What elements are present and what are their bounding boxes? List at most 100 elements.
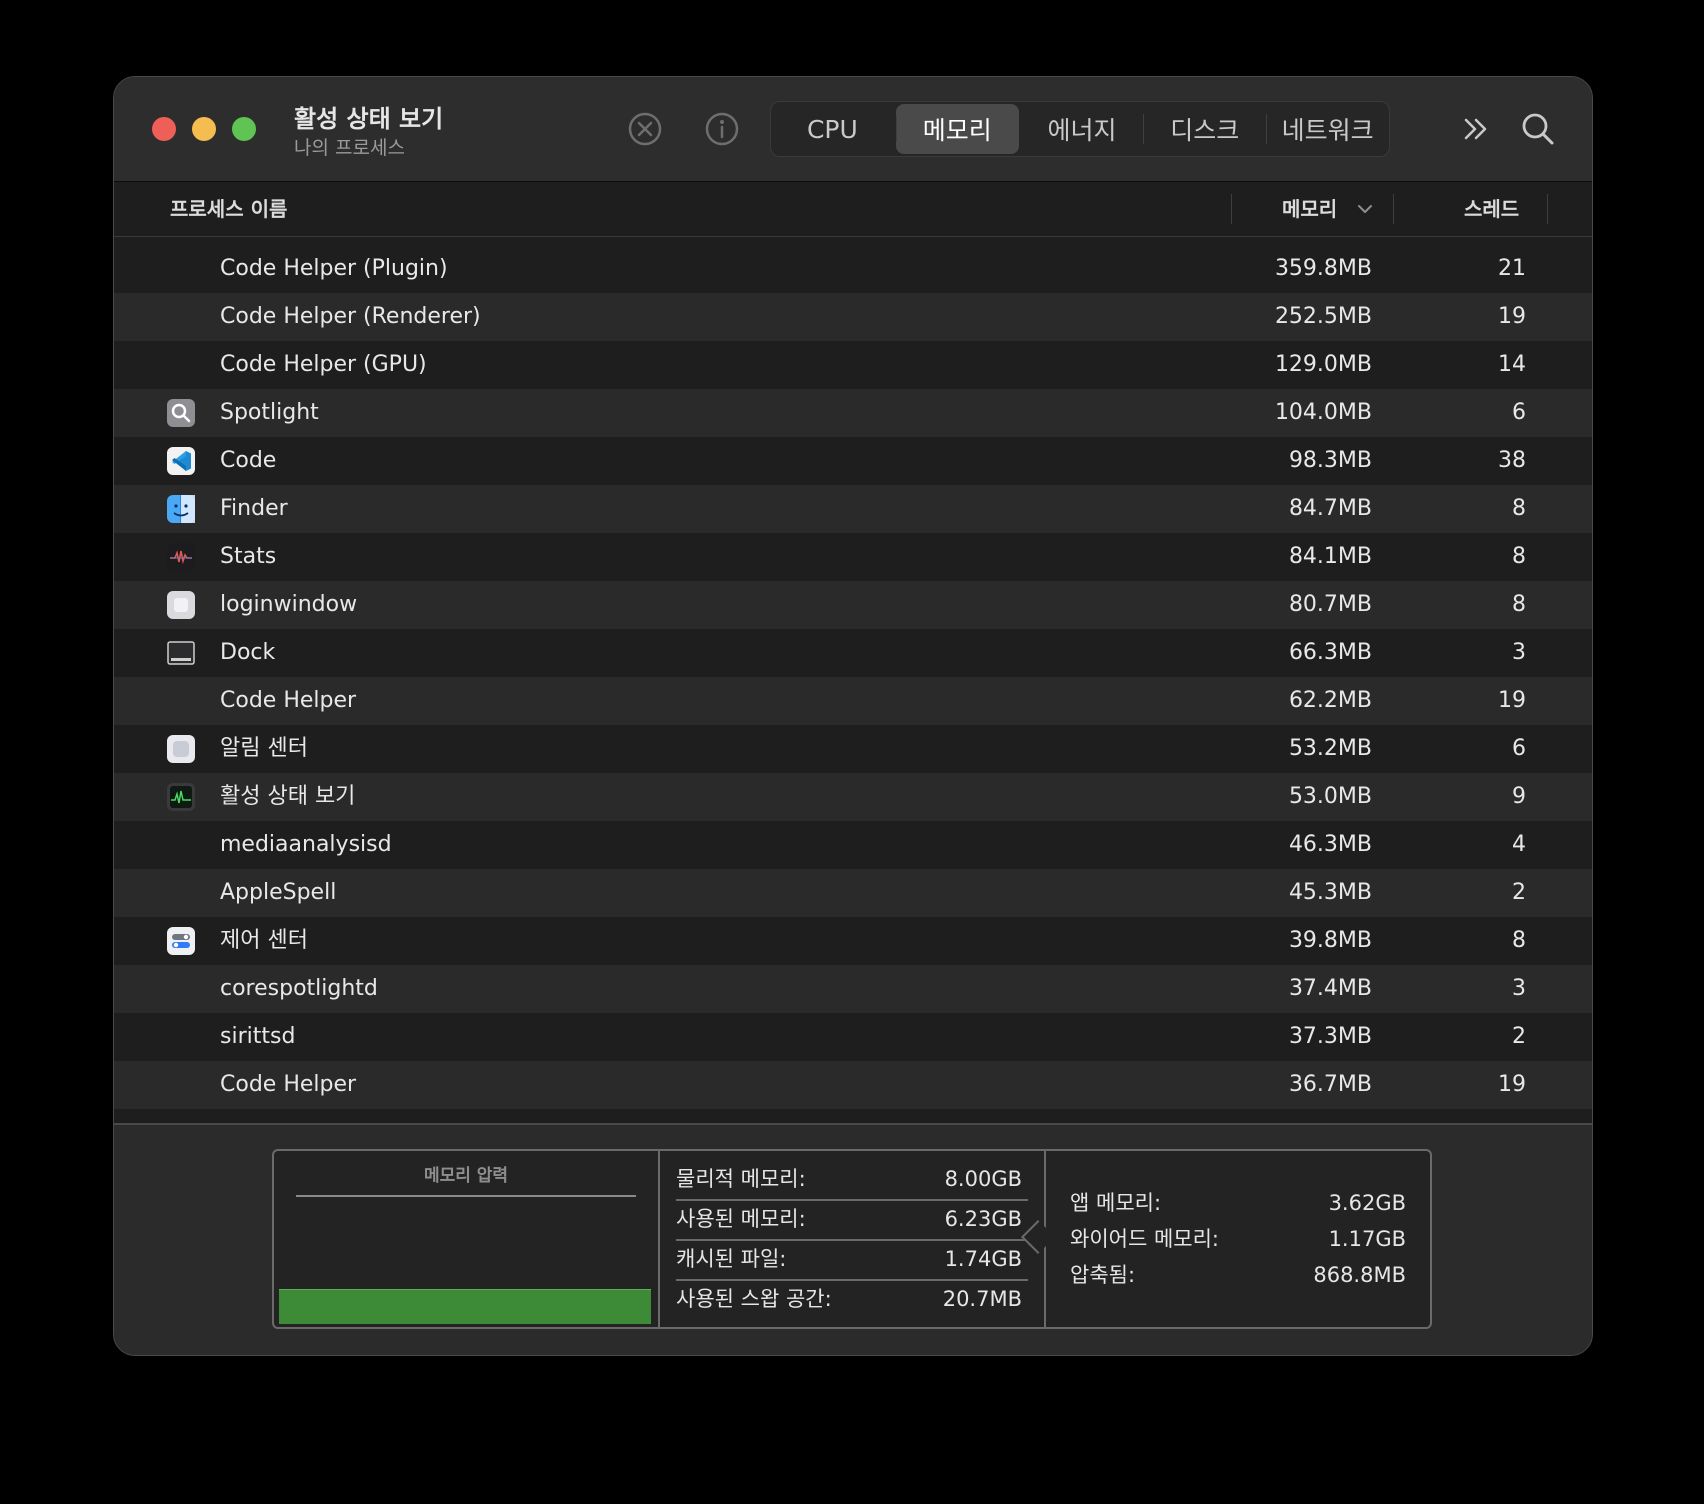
process-name: Spotlight <box>220 400 319 425</box>
memory-pressure-label: 메모리 압력 <box>423 1166 509 1186</box>
process-memory: 39.8MB <box>1288 928 1372 953</box>
process-threads: 8 <box>1512 496 1526 521</box>
process-memory: 45.3MB <box>1288 880 1372 905</box>
process-threads: 9 <box>1512 784 1526 809</box>
column-divider[interactable] <box>1393 194 1394 224</box>
tab-memory[interactable]: 메모리 <box>895 104 1019 154</box>
column-header-threads[interactable]: 스레드 <box>1464 182 1519 236</box>
activity-monitor-icon <box>167 783 195 811</box>
process-threads: 6 <box>1512 736 1526 761</box>
column-divider[interactable] <box>1231 194 1232 224</box>
window-title: 활성 상태 보기 <box>294 105 444 133</box>
wired-memory-value: 1.17GB <box>1328 1227 1406 1251</box>
compressed-label: 압축됨: <box>1070 1263 1136 1287</box>
table-row[interactable]: sirittsd 37.3MB 2 <box>114 1013 1592 1061</box>
process-memory: 46.3MB <box>1288 832 1372 857</box>
process-threads: 4 <box>1512 832 1526 857</box>
tab-network[interactable]: 네트워크 <box>1266 102 1389 156</box>
column-header-process-name[interactable]: 프로세스 이름 <box>170 182 287 236</box>
table-row[interactable]: loginwindow 80.7MB 8 <box>114 581 1592 629</box>
finder-icon <box>167 495 195 523</box>
table-row[interactable]: corespotlightd 37.4MB 3 <box>114 965 1592 1013</box>
chevron-down-icon <box>1356 200 1374 218</box>
table-row[interactable]: 알림 센터 53.2MB 6 <box>114 725 1592 773</box>
used-memory-label: 사용된 메모리: <box>676 1207 806 1231</box>
process-name: sirittsd <box>220 1024 296 1049</box>
swap-used-value: 20.7MB <box>942 1287 1022 1311</box>
app-memory-label: 앱 메모리: <box>1070 1191 1162 1215</box>
process-name: Code Helper (Plugin) <box>220 256 448 281</box>
process-threads: 38 <box>1498 448 1526 473</box>
table-row[interactable]: Code Helper (Plugin) 359.8MB 21 <box>114 245 1592 293</box>
process-memory: 80.7MB <box>1288 592 1372 617</box>
table-row[interactable]: Code 98.3MB 38 <box>114 437 1592 485</box>
process-name: 알림 센터 <box>220 736 308 761</box>
stats-icon <box>167 543 195 571</box>
memory-stats-panel: 메모리 압력 물리적 메모리: 8.00GB 사용된 메모리: 6.23GB 캐… <box>272 1149 1432 1329</box>
process-memory: 36.7MB <box>1288 1072 1372 1097</box>
used-memory-value: 6.23GB <box>944 1207 1022 1231</box>
search-icon[interactable] <box>1520 111 1556 147</box>
process-name: loginwindow <box>220 592 358 617</box>
process-memory: 53.2MB <box>1288 736 1372 761</box>
table-row[interactable]: AppleSpell 45.3MB 2 <box>114 869 1592 917</box>
cached-files-row: 캐시된 파일: 1.74GB <box>676 1239 1028 1281</box>
memory-summary-footer: 메모리 압력 물리적 메모리: 8.00GB 사용된 메모리: 6.23GB 캐… <box>114 1123 1592 1355</box>
table-row[interactable]: Spotlight 104.0MB 6 <box>114 389 1592 437</box>
table-row[interactable]: Stats 84.1MB 8 <box>114 533 1592 581</box>
zoom-window-button[interactable] <box>232 117 256 141</box>
stop-process-icon[interactable] <box>627 111 663 147</box>
table-row[interactable]: Code Helper (Renderer) 252.5MB 19 <box>114 293 1592 341</box>
table-row[interactable]: Code Helper 36.7MB 19 <box>114 1061 1592 1109</box>
tab-disk[interactable]: 디스크 <box>1143 102 1266 156</box>
info-icon[interactable] <box>704 111 740 147</box>
process-name: 활성 상태 보기 <box>220 784 356 809</box>
tab-cpu[interactable]: CPU <box>771 102 894 156</box>
table-header: 프로세스 이름 메모리 스레드 <box>114 182 1592 237</box>
table-row[interactable]: 활성 상태 보기 53.0MB 9 <box>114 773 1592 821</box>
tab-energy[interactable]: 에너지 <box>1021 102 1144 156</box>
spotlight-icon <box>167 399 195 427</box>
process-threads: 19 <box>1498 1072 1526 1097</box>
wired-memory-row: 와이어드 메모리: 1.17GB <box>1070 1221 1406 1257</box>
table-row[interactable]: Code Helper (GPU) 129.0MB 14 <box>114 341 1592 389</box>
minimize-window-button[interactable] <box>192 117 216 141</box>
process-memory: 37.3MB <box>1288 1024 1372 1049</box>
table-row[interactable]: Finder 84.7MB 8 <box>114 485 1592 533</box>
memory-pressure-graph: 메모리 압력 <box>274 1151 660 1327</box>
process-memory: 84.1MB <box>1288 544 1372 569</box>
process-threads: 3 <box>1512 640 1526 665</box>
column-divider[interactable] <box>1547 194 1548 224</box>
process-threads: 8 <box>1512 592 1526 617</box>
table-row[interactable]: mediaanalysisd 46.3MB 4 <box>114 821 1592 869</box>
process-name: Code Helper (GPU) <box>220 352 427 377</box>
process-name: Code Helper (Renderer) <box>220 304 481 329</box>
process-name: Stats <box>220 544 277 569</box>
table-row[interactable]: Dock 66.3MB 3 <box>114 629 1592 677</box>
used-memory-breakdown: 앱 메모리: 3.62GB 와이어드 메모리: 1.17GB 압축됨: 868.… <box>1046 1151 1430 1327</box>
physical-memory-value: 8.00GB <box>944 1167 1022 1191</box>
memory-pressure-bar <box>279 1289 651 1324</box>
close-window-button[interactable] <box>152 117 176 141</box>
table-row[interactable]: 제어 센터 39.8MB 8 <box>114 917 1592 965</box>
process-threads: 8 <box>1512 544 1526 569</box>
process-memory: 98.3MB <box>1288 448 1372 473</box>
physical-memory-stats: 물리적 메모리: 8.00GB 사용된 메모리: 6.23GB 캐시된 파일: … <box>660 1151 1046 1327</box>
process-memory: 62.2MB <box>1288 688 1372 713</box>
process-threads: 2 <box>1512 1024 1526 1049</box>
process-name: Finder <box>220 496 288 521</box>
process-memory: 37.4MB <box>1288 976 1372 1001</box>
process-name: mediaanalysisd <box>220 832 392 857</box>
process-name: Code Helper <box>220 1072 357 1097</box>
chevron-double-right-icon[interactable] <box>1458 111 1494 147</box>
compressed-value: 868.8MB <box>1313 1263 1406 1287</box>
process-threads: 6 <box>1512 400 1526 425</box>
table-row[interactable]: Code Helper 62.2MB 19 <box>114 677 1592 725</box>
process-threads: 21 <box>1498 256 1526 281</box>
process-memory: 252.5MB <box>1274 304 1372 329</box>
app-memory-row: 앱 메모리: 3.62GB <box>1070 1185 1406 1221</box>
process-threads: 8 <box>1512 928 1526 953</box>
vscode-icon <box>167 447 195 475</box>
column-header-memory[interactable]: 메모리 <box>1282 182 1337 236</box>
process-threads: 14 <box>1498 352 1526 377</box>
